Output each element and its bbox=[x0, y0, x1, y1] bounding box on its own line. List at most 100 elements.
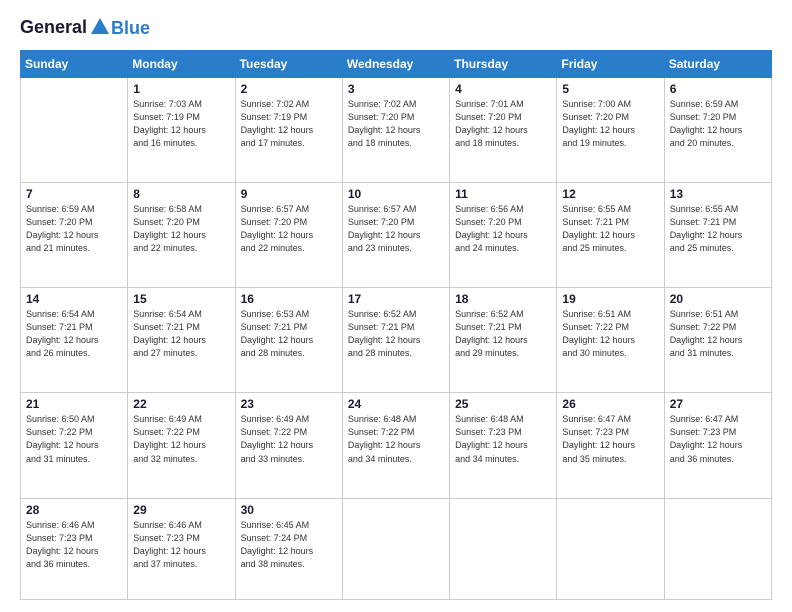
day-number: 4 bbox=[455, 82, 551, 96]
calendar-cell: 24 Sunrise: 6:48 AM Sunset: 7:22 PM Dayli… bbox=[342, 393, 449, 498]
day-info: Sunrise: 6:47 AM Sunset: 7:23 PM Dayligh… bbox=[562, 413, 658, 465]
day-number: 27 bbox=[670, 397, 766, 411]
calendar-cell bbox=[557, 498, 664, 600]
day-number: 21 bbox=[26, 397, 122, 411]
day-number: 18 bbox=[455, 292, 551, 306]
calendar-cell: 11 Sunrise: 6:56 AM Sunset: 7:20 PM Dayli… bbox=[450, 183, 557, 288]
calendar-table: SundayMondayTuesdayWednesdayThursdayFrid… bbox=[20, 50, 772, 600]
day-info: Sunrise: 6:51 AM Sunset: 7:22 PM Dayligh… bbox=[562, 308, 658, 360]
day-info: Sunrise: 7:01 AM Sunset: 7:20 PM Dayligh… bbox=[455, 98, 551, 150]
calendar-cell bbox=[664, 498, 771, 600]
calendar-cell: 27 Sunrise: 6:47 AM Sunset: 7:23 PM Dayli… bbox=[664, 393, 771, 498]
day-info: Sunrise: 6:53 AM Sunset: 7:21 PM Dayligh… bbox=[241, 308, 337, 360]
calendar-cell: 1Sunrise: 7:03 AM Sunset: 7:19 PM Daylig… bbox=[128, 78, 235, 183]
calendar-cell: 25 Sunrise: 6:48 AM Sunset: 7:23 PM Dayli… bbox=[450, 393, 557, 498]
day-info: Sunrise: 6:48 AM Sunset: 7:23 PM Dayligh… bbox=[455, 413, 551, 465]
calendar-week-2: 7 Sunrise: 6:59 AM Sunset: 7:20 PM Daylig… bbox=[21, 183, 772, 288]
day-number: 11 bbox=[455, 187, 551, 201]
day-info: Sunrise: 6:54 AM Sunset: 7:21 PM Dayligh… bbox=[133, 308, 229, 360]
day-info: Sunrise: 6:56 AM Sunset: 7:20 PM Dayligh… bbox=[455, 203, 551, 255]
day-number: 3 bbox=[348, 82, 444, 96]
day-number: 17 bbox=[348, 292, 444, 306]
logo-icon bbox=[89, 16, 111, 38]
calendar-cell: 8Sunrise: 6:58 AM Sunset: 7:20 PM Daylig… bbox=[128, 183, 235, 288]
day-number: 19 bbox=[562, 292, 658, 306]
day-number: 16 bbox=[241, 292, 337, 306]
calendar-cell: 26Sunrise: 6:47 AM Sunset: 7:23 PM Dayli… bbox=[557, 393, 664, 498]
calendar-cell: 16 Sunrise: 6:53 AM Sunset: 7:21 PM Dayli… bbox=[235, 288, 342, 393]
calendar-cell: 4 Sunrise: 7:01 AM Sunset: 7:20 PM Daylig… bbox=[450, 78, 557, 183]
calendar-header-sunday: Sunday bbox=[21, 51, 128, 78]
calendar-cell: 30 Sunrise: 6:45 AM Sunset: 7:24 PM Dayli… bbox=[235, 498, 342, 600]
logo-blue: Blue bbox=[111, 18, 150, 39]
day-info: Sunrise: 7:02 AM Sunset: 7:20 PM Dayligh… bbox=[348, 98, 444, 150]
day-number: 12 bbox=[562, 187, 658, 201]
calendar-week-3: 14 Sunrise: 6:54 AM Sunset: 7:21 PM Dayli… bbox=[21, 288, 772, 393]
calendar-cell bbox=[21, 78, 128, 183]
day-number: 8 bbox=[133, 187, 229, 201]
calendar-cell: 28 Sunrise: 6:46 AM Sunset: 7:23 PM Dayli… bbox=[21, 498, 128, 600]
calendar-cell: 17Sunrise: 6:52 AM Sunset: 7:21 PM Dayli… bbox=[342, 288, 449, 393]
day-number: 20 bbox=[670, 292, 766, 306]
calendar-cell: 18Sunrise: 6:52 AM Sunset: 7:21 PM Dayli… bbox=[450, 288, 557, 393]
calendar-page: General Blue SundayMondayTuesdayWednesda… bbox=[0, 0, 792, 612]
day-info: Sunrise: 6:57 AM Sunset: 7:20 PM Dayligh… bbox=[348, 203, 444, 255]
calendar-week-5: 28 Sunrise: 6:46 AM Sunset: 7:23 PM Dayli… bbox=[21, 498, 772, 600]
day-info: Sunrise: 6:45 AM Sunset: 7:24 PM Dayligh… bbox=[241, 519, 337, 571]
day-number: 14 bbox=[26, 292, 122, 306]
calendar-cell: 12 Sunrise: 6:55 AM Sunset: 7:21 PM Dayli… bbox=[557, 183, 664, 288]
day-number: 23 bbox=[241, 397, 337, 411]
calendar-week-1: 1Sunrise: 7:03 AM Sunset: 7:19 PM Daylig… bbox=[21, 78, 772, 183]
day-info: Sunrise: 6:55 AM Sunset: 7:21 PM Dayligh… bbox=[670, 203, 766, 255]
day-info: Sunrise: 6:50 AM Sunset: 7:22 PM Dayligh… bbox=[26, 413, 122, 465]
calendar-header-wednesday: Wednesday bbox=[342, 51, 449, 78]
calendar-cell bbox=[450, 498, 557, 600]
calendar-cell: 23 Sunrise: 6:49 AM Sunset: 7:22 PM Dayli… bbox=[235, 393, 342, 498]
day-number: 30 bbox=[241, 503, 337, 517]
calendar-cell: 20 Sunrise: 6:51 AM Sunset: 7:22 PM Dayli… bbox=[664, 288, 771, 393]
day-info: Sunrise: 6:46 AM Sunset: 7:23 PM Dayligh… bbox=[133, 519, 229, 571]
calendar-cell: 10Sunrise: 6:57 AM Sunset: 7:20 PM Dayli… bbox=[342, 183, 449, 288]
day-info: Sunrise: 6:48 AM Sunset: 7:22 PM Dayligh… bbox=[348, 413, 444, 465]
day-number: 28 bbox=[26, 503, 122, 517]
day-info: Sunrise: 6:59 AM Sunset: 7:20 PM Dayligh… bbox=[670, 98, 766, 150]
day-info: Sunrise: 6:47 AM Sunset: 7:23 PM Dayligh… bbox=[670, 413, 766, 465]
day-info: Sunrise: 6:55 AM Sunset: 7:21 PM Dayligh… bbox=[562, 203, 658, 255]
day-number: 15 bbox=[133, 292, 229, 306]
calendar-cell: 19 Sunrise: 6:51 AM Sunset: 7:22 PM Dayli… bbox=[557, 288, 664, 393]
day-number: 25 bbox=[455, 397, 551, 411]
calendar-header-saturday: Saturday bbox=[664, 51, 771, 78]
day-number: 5 bbox=[562, 82, 658, 96]
day-info: Sunrise: 7:02 AM Sunset: 7:19 PM Dayligh… bbox=[241, 98, 337, 150]
calendar-cell bbox=[342, 498, 449, 600]
calendar-cell: 6Sunrise: 6:59 AM Sunset: 7:20 PM Daylig… bbox=[664, 78, 771, 183]
logo-text: General bbox=[20, 16, 111, 40]
calendar-cell: 22Sunrise: 6:49 AM Sunset: 7:22 PM Dayli… bbox=[128, 393, 235, 498]
calendar-cell: 7 Sunrise: 6:59 AM Sunset: 7:20 PM Daylig… bbox=[21, 183, 128, 288]
day-info: Sunrise: 6:51 AM Sunset: 7:22 PM Dayligh… bbox=[670, 308, 766, 360]
day-number: 13 bbox=[670, 187, 766, 201]
calendar-header-thursday: Thursday bbox=[450, 51, 557, 78]
day-info: Sunrise: 6:49 AM Sunset: 7:22 PM Dayligh… bbox=[241, 413, 337, 465]
calendar-cell: 5 Sunrise: 7:00 AM Sunset: 7:20 PM Daylig… bbox=[557, 78, 664, 183]
logo: General Blue bbox=[20, 16, 150, 40]
calendar-header-tuesday: Tuesday bbox=[235, 51, 342, 78]
day-info: Sunrise: 6:59 AM Sunset: 7:20 PM Dayligh… bbox=[26, 203, 122, 255]
day-number: 7 bbox=[26, 187, 122, 201]
day-number: 9 bbox=[241, 187, 337, 201]
day-info: Sunrise: 6:54 AM Sunset: 7:21 PM Dayligh… bbox=[26, 308, 122, 360]
calendar-cell: 13 Sunrise: 6:55 AM Sunset: 7:21 PM Dayli… bbox=[664, 183, 771, 288]
calendar-cell: 9 Sunrise: 6:57 AM Sunset: 7:20 PM Daylig… bbox=[235, 183, 342, 288]
day-number: 22 bbox=[133, 397, 229, 411]
day-info: Sunrise: 6:46 AM Sunset: 7:23 PM Dayligh… bbox=[26, 519, 122, 571]
day-info: Sunrise: 7:00 AM Sunset: 7:20 PM Dayligh… bbox=[562, 98, 658, 150]
calendar-cell: 29Sunrise: 6:46 AM Sunset: 7:23 PM Dayli… bbox=[128, 498, 235, 600]
day-number: 24 bbox=[348, 397, 444, 411]
day-info: Sunrise: 7:03 AM Sunset: 7:19 PM Dayligh… bbox=[133, 98, 229, 150]
calendar-cell: 14 Sunrise: 6:54 AM Sunset: 7:21 PM Dayli… bbox=[21, 288, 128, 393]
header: General Blue bbox=[20, 16, 772, 40]
calendar-cell: 21 Sunrise: 6:50 AM Sunset: 7:22 PM Dayli… bbox=[21, 393, 128, 498]
day-info: Sunrise: 6:57 AM Sunset: 7:20 PM Dayligh… bbox=[241, 203, 337, 255]
calendar-header-monday: Monday bbox=[128, 51, 235, 78]
day-number: 2 bbox=[241, 82, 337, 96]
